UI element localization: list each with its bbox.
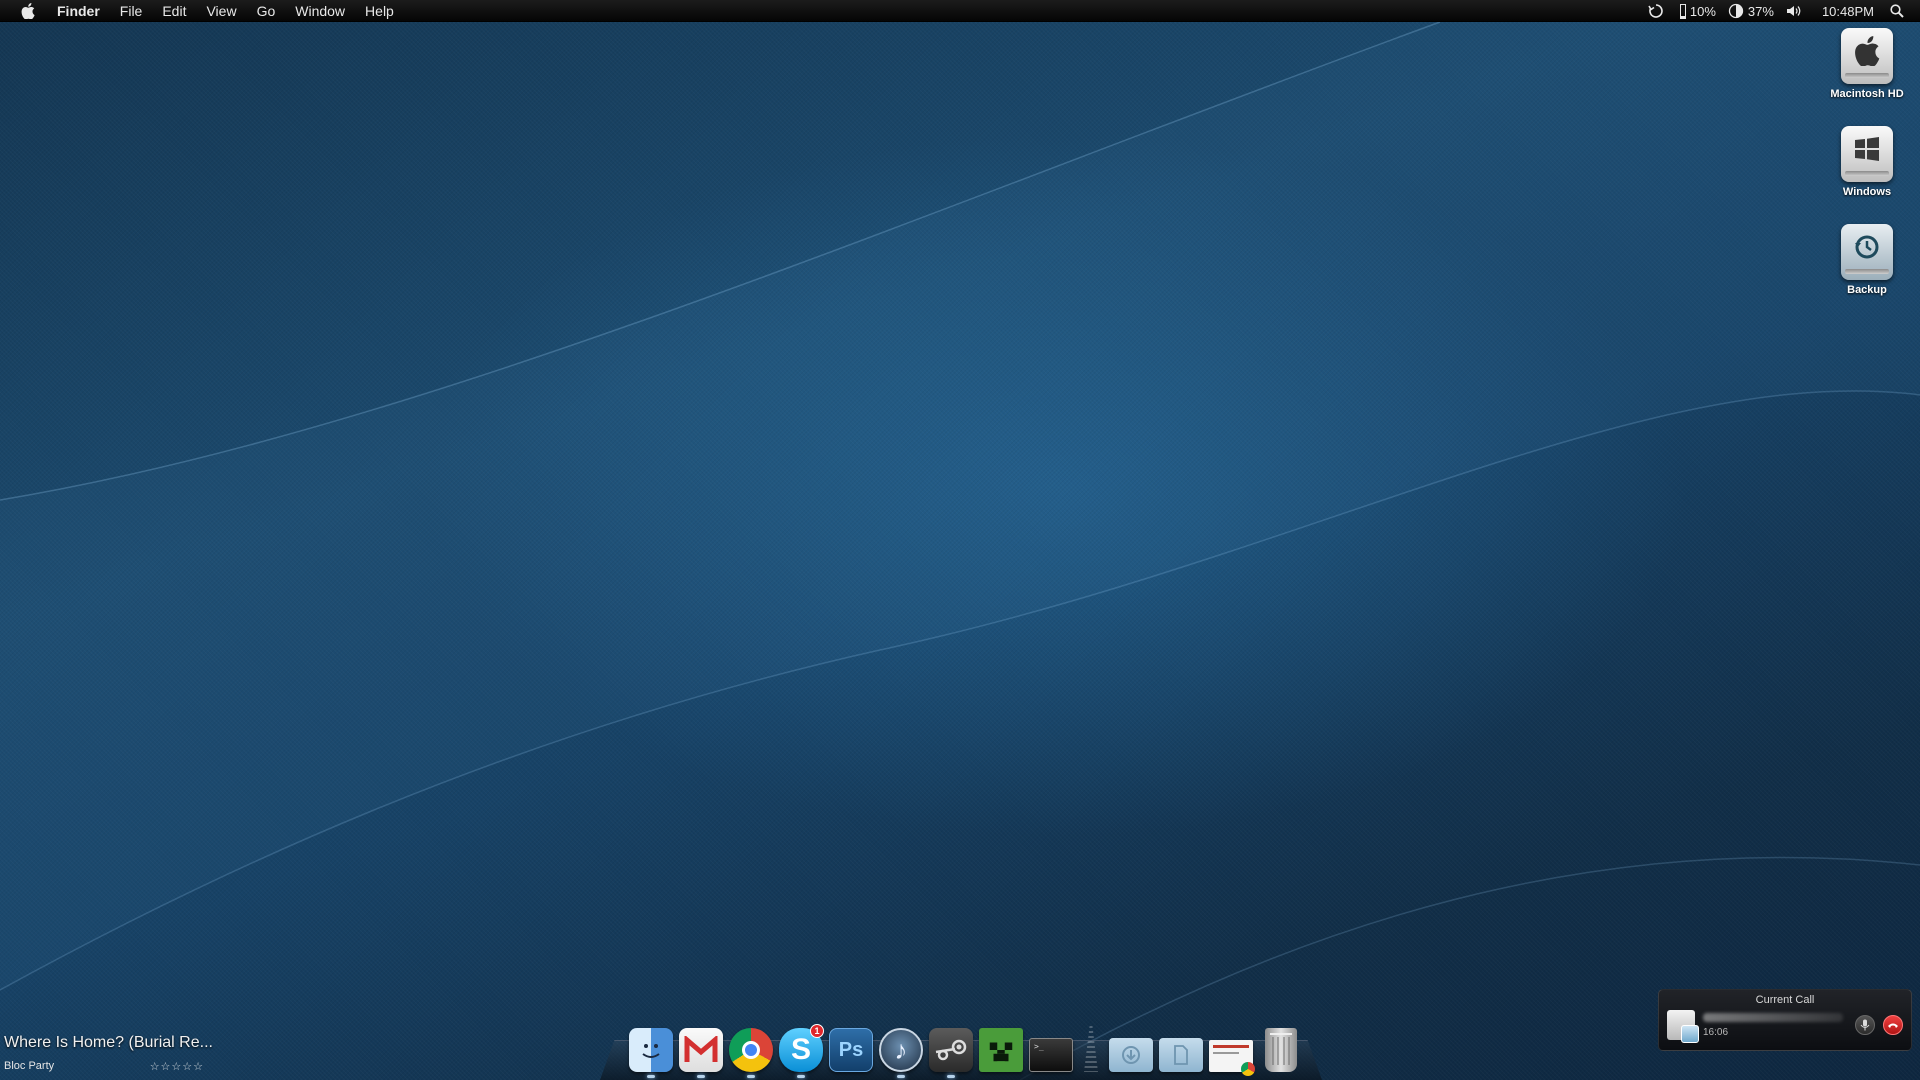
clock[interactable]: 10:48PM (1822, 4, 1874, 19)
minecraft-icon (979, 1028, 1023, 1072)
dock-item-gmail[interactable] (676, 1020, 726, 1078)
desktop-icon-macintosh-hd[interactable]: Macintosh HD (1830, 28, 1904, 126)
itunes-icon: ♪ (879, 1028, 923, 1072)
desktop-icon-windows[interactable]: Windows (1830, 126, 1904, 224)
dock-item-chrome[interactable] (726, 1020, 776, 1078)
desktop-icons: Macintosh HD Windows Backup (1830, 28, 1904, 322)
now-playing-widget[interactable]: Where Is Home? (Burial Re... Bloc Party … (4, 1034, 213, 1073)
finder-icon (629, 1028, 673, 1072)
desktop-icon-label: Macintosh HD (1830, 88, 1904, 100)
menu-edit[interactable]: Edit (152, 0, 196, 22)
half-moon-meter-icon (1728, 3, 1744, 19)
wallpaper-waves (0, 21, 1920, 1080)
dock-item-photoshop[interactable]: Ps (826, 1020, 876, 1072)
call-panel-title: Current Call (1755, 994, 1815, 1006)
trash-icon (1265, 1028, 1297, 1072)
dock-item-skype[interactable]: S 1 (776, 1020, 826, 1078)
photoshop-icon: Ps (829, 1028, 873, 1072)
menu-file[interactable]: File (110, 0, 153, 22)
gmail-icon (679, 1028, 723, 1072)
dock-item-steam[interactable] (926, 1020, 976, 1078)
dock-separator (1084, 1026, 1098, 1072)
dock-item-downloads[interactable] (1106, 1020, 1156, 1072)
steam-icon (929, 1028, 973, 1072)
dock-item-web-document[interactable] (1206, 1020, 1256, 1076)
hang-up-icon (1888, 1023, 1898, 1028)
apple-drive-icon (1841, 28, 1893, 84)
dock-item-minecraft[interactable] (976, 1020, 1026, 1072)
menu-go[interactable]: Go (247, 0, 286, 22)
track-artist: Bloc Party (4, 1060, 55, 1072)
desktop-icon-backup[interactable]: Backup (1830, 224, 1904, 322)
dock-item-itunes[interactable]: ♪ (876, 1020, 926, 1078)
time-machine-sync-icon[interactable] (1648, 3, 1668, 19)
magnifier-icon[interactable] (1890, 4, 1908, 18)
desktop-icon-label: Windows (1842, 186, 1892, 198)
track-title: Where Is Home? (Burial Re... (4, 1034, 213, 1051)
track-rating[interactable]: ☆☆☆☆☆ (150, 1060, 204, 1073)
cpu-meter[interactable]: 10% (1679, 3, 1716, 19)
documents-folder-icon (1159, 1038, 1203, 1072)
battery-percent: 37% (1747, 3, 1774, 19)
running-indicator (747, 1075, 755, 1078)
windows-drive-icon (1841, 126, 1893, 182)
menu-finder[interactable]: Finder (53, 0, 110, 22)
chrome-icon (729, 1028, 773, 1072)
time-machine-drive-icon (1841, 224, 1893, 280)
hang-up-button[interactable] (1883, 1015, 1903, 1035)
current-call-panel: Current Call 16:06 (1658, 989, 1912, 1051)
microphone-icon (1860, 1019, 1870, 1031)
dock-item-documents[interactable] (1156, 1020, 1206, 1072)
caller-name-blurred (1703, 1012, 1843, 1022)
dock-item-terminal[interactable]: >_ (1026, 1020, 1076, 1072)
call-duration: 16:06 (1703, 1026, 1729, 1038)
notification-badge: 1 (810, 1024, 824, 1038)
mute-button[interactable] (1855, 1015, 1875, 1035)
running-indicator (947, 1075, 955, 1078)
dock-item-trash[interactable] (1256, 1020, 1306, 1072)
cpu-meter-icon (1679, 3, 1686, 19)
running-indicator (697, 1075, 705, 1078)
running-indicator (797, 1075, 805, 1078)
running-indicator (897, 1075, 905, 1078)
caller-avatar (1667, 1010, 1699, 1043)
speaker-icon[interactable] (1786, 4, 1806, 18)
downloads-folder-icon (1109, 1038, 1153, 1072)
apple-icon[interactable] (17, 0, 39, 22)
menu-window[interactable]: Window (285, 0, 355, 22)
running-indicator (647, 1075, 655, 1078)
dock: S 1 Ps ♪ >_ (626, 1014, 1306, 1078)
chrome-document-icon (1209, 1040, 1255, 1076)
cpu-percent: 10% (1689, 3, 1716, 19)
dock-item-finder[interactable] (626, 1020, 676, 1078)
menu-help[interactable]: Help (355, 0, 404, 22)
battery-meter[interactable]: 37% (1728, 3, 1774, 19)
terminal-icon: >_ (1029, 1038, 1073, 1072)
status-area: 10% 37% 10:48PM (1642, 0, 1920, 22)
menu-bar: Finder File Edit View Go Window Help 10%… (0, 0, 1920, 22)
menu-view[interactable]: View (196, 0, 246, 22)
desktop-icon-label: Backup (1847, 284, 1887, 296)
